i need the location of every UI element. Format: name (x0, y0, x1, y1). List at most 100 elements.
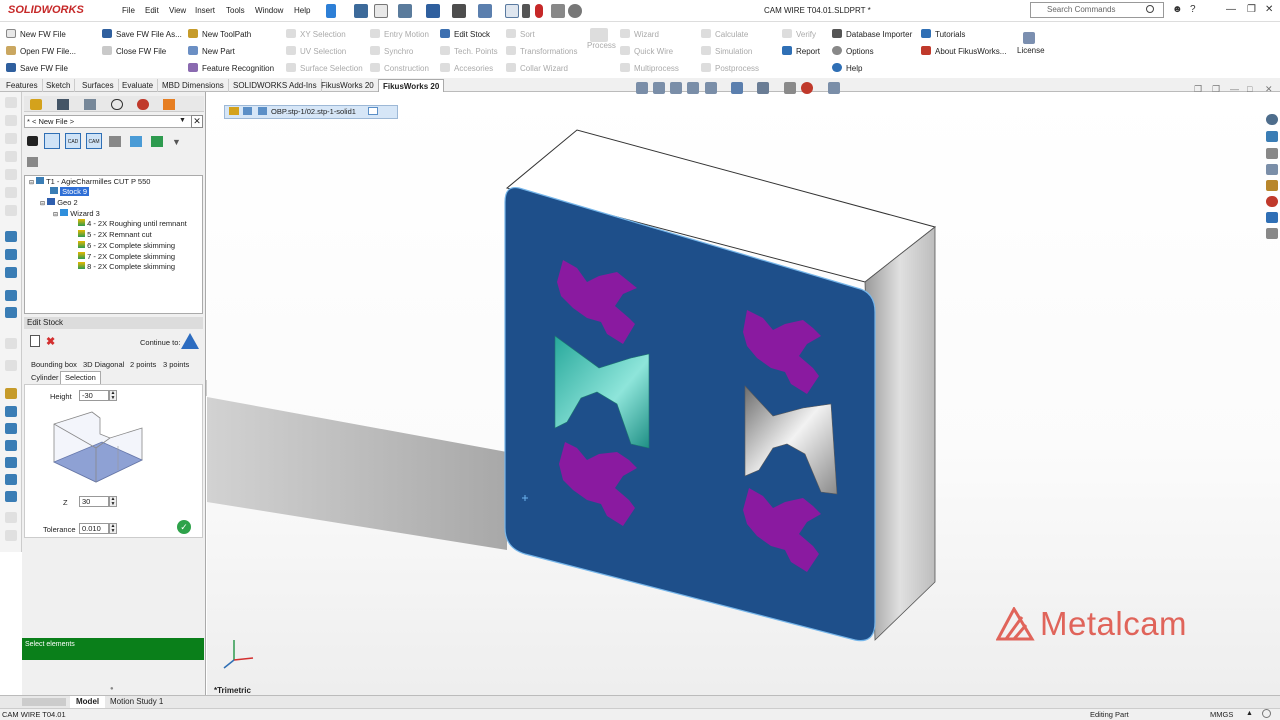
license-button[interactable]: License (1017, 46, 1045, 55)
save-fw-file-button[interactable]: Save FW File (6, 63, 68, 73)
tree-item[interactable]: ⊟ T1 - AgieCharmilles CUT P 550 (29, 177, 150, 186)
file-selector[interactable]: * < New File > (24, 115, 203, 128)
tab-surfaces[interactable]: Surfaces (78, 79, 119, 92)
print-icon[interactable] (452, 4, 466, 18)
undo-icon[interactable] (478, 4, 492, 18)
appearances-icon[interactable] (1266, 180, 1278, 191)
surface-selection-button[interactable]: Surface Selection (286, 63, 363, 73)
close-icon[interactable]: ✕ (1265, 4, 1273, 15)
tool-icon-4[interactable] (5, 151, 17, 162)
simulation-button[interactable]: Simulation (701, 46, 752, 56)
tool-icon-6[interactable] (5, 187, 17, 198)
tab-2-points[interactable]: 2 points (130, 360, 156, 369)
entry-motion-button[interactable]: Entry Motion (370, 29, 429, 39)
tutorials-button[interactable]: Tutorials (921, 29, 965, 39)
fikus-tab-icon[interactable] (30, 99, 42, 110)
status-units[interactable]: MMGS (1210, 710, 1233, 719)
tab-model[interactable]: Model (70, 696, 106, 708)
accesories-button[interactable]: Accesories (440, 63, 493, 73)
tool-icon-3[interactable] (5, 133, 17, 144)
z-stepper[interactable]: ▲ ▼ (109, 496, 117, 507)
tree-item[interactable]: ⊟ Geo 2 (40, 198, 78, 207)
traffic-light-icon[interactable] (535, 4, 543, 18)
file-properties-icon[interactable] (551, 4, 565, 18)
gear-icon[interactable] (568, 4, 582, 18)
license-icon[interactable] (1023, 32, 1035, 44)
machine-icon[interactable] (27, 136, 38, 146)
tool-icon-11[interactable] (5, 290, 17, 301)
new-toolpath-button[interactable]: New ToolPath (188, 29, 251, 39)
tree-item[interactable]: ⊟ Wizard 3 (53, 209, 100, 218)
process-icon[interactable] (590, 28, 608, 42)
select-icon[interactable] (505, 4, 519, 18)
transformations-button[interactable]: Transformations (506, 46, 578, 56)
tab-fikusworks-2[interactable]: FikusWorks 20 (378, 79, 445, 92)
menu-help[interactable]: Help (294, 6, 310, 15)
property-tab-icon[interactable] (57, 99, 69, 110)
sort-button[interactable]: Sort (506, 29, 535, 39)
xy-selection-button[interactable]: XY Selection (286, 29, 346, 39)
options-button[interactable]: Options (832, 46, 874, 56)
cam-tab-icon[interactable] (163, 99, 175, 110)
tool-icon-21[interactable] (5, 491, 17, 502)
tree-item[interactable]: 7 - 2X Complete skimming (78, 252, 175, 261)
tab-mbd-dimensions[interactable]: MBD Dimensions (158, 79, 229, 92)
tab-features[interactable]: Features (2, 79, 43, 92)
tab-evaluate[interactable]: Evaluate (118, 79, 159, 92)
menu-edit[interactable]: Edit (145, 6, 159, 15)
search-commands-input[interactable]: Search Commands (1030, 2, 1164, 18)
apply-check-icon[interactable]: ✓ (177, 520, 191, 534)
tree-item[interactable]: 5 - 2X Remnant cut (78, 230, 152, 239)
cam-icon[interactable]: CAM (86, 133, 102, 149)
menu-window[interactable]: Window (255, 6, 283, 15)
tab-cylinder[interactable]: Cylinder (31, 373, 59, 382)
tolerance-input[interactable]: 0.010 (79, 523, 109, 534)
feature-recognition-button[interactable]: Feature Recognition (188, 63, 274, 73)
menu-insert[interactable]: Insert (195, 6, 215, 15)
tree-item-stock[interactable]: Stock 9 (50, 187, 90, 196)
design-library-icon[interactable] (1266, 131, 1278, 142)
dimxpert-tab-icon[interactable] (111, 99, 123, 110)
arrow-down-icon[interactable]: ▼ (179, 117, 186, 124)
height-stepper[interactable]: ▲ ▼ (109, 390, 117, 401)
construction-button[interactable]: Construction (370, 63, 429, 73)
menu-file[interactable]: File (122, 6, 135, 15)
tool-icon-2[interactable] (5, 115, 17, 126)
tool-icon-10[interactable] (5, 267, 17, 278)
wizard-button[interactable]: Wizard (620, 29, 659, 39)
tool-icon-13[interactable] (5, 338, 17, 349)
tool-icon-20[interactable] (5, 474, 17, 485)
tool-icon-7[interactable] (5, 205, 17, 216)
tab-fikusworks-1[interactable]: FikusWorks 20 (317, 79, 379, 92)
appearance-tab-icon[interactable] (137, 99, 149, 110)
tree-item[interactable]: 4 - 2X Roughing until remnant (78, 219, 187, 228)
tab-3d-diagonal[interactable]: 3D Diagonal (83, 360, 124, 369)
tool-icon-22[interactable] (5, 512, 17, 523)
multiprocess-button[interactable]: Multiprocess (620, 63, 679, 73)
collar-wizard-button[interactable]: Collar Wizard (506, 63, 568, 73)
tab-bounding-box[interactable]: Bounding box (31, 360, 77, 369)
save-fw-file-as-button[interactable]: Save FW File As... (102, 29, 182, 39)
z-input[interactable]: 30 (79, 496, 109, 507)
tool-icon-17[interactable] (5, 423, 17, 434)
report-button[interactable]: Report (782, 46, 820, 56)
custom-properties-icon[interactable] (1266, 212, 1278, 223)
tab-motion-study[interactable]: Motion Study 1 (104, 696, 169, 708)
tool-icon-12[interactable] (5, 307, 17, 318)
open-fw-file-button[interactable]: Open FW File... (6, 46, 76, 56)
user-icon[interactable]: ☻ (1172, 4, 1183, 15)
menu-tools[interactable]: Tools (226, 6, 245, 15)
open-icon[interactable] (398, 4, 412, 18)
viewport-close-icon[interactable]: ✕ (1265, 84, 1273, 95)
tool-icon-19[interactable] (5, 457, 17, 468)
about-fikusworks-button[interactable]: About FikusWorks... (921, 46, 1006, 56)
quick-tips-icon[interactable] (1262, 709, 1271, 718)
pin-icon[interactable] (326, 4, 336, 18)
tool-icon-8[interactable] (5, 231, 17, 242)
tab-scroll-arrows[interactable] (22, 698, 66, 706)
new-part-button[interactable]: New Part (188, 46, 235, 56)
settings-tool-icon[interactable] (27, 157, 38, 167)
database-importer-button[interactable]: Database Importer (832, 29, 912, 39)
cancel-x-icon[interactable]: ✖ (46, 335, 55, 348)
synchro-button[interactable]: Synchro (370, 46, 413, 56)
